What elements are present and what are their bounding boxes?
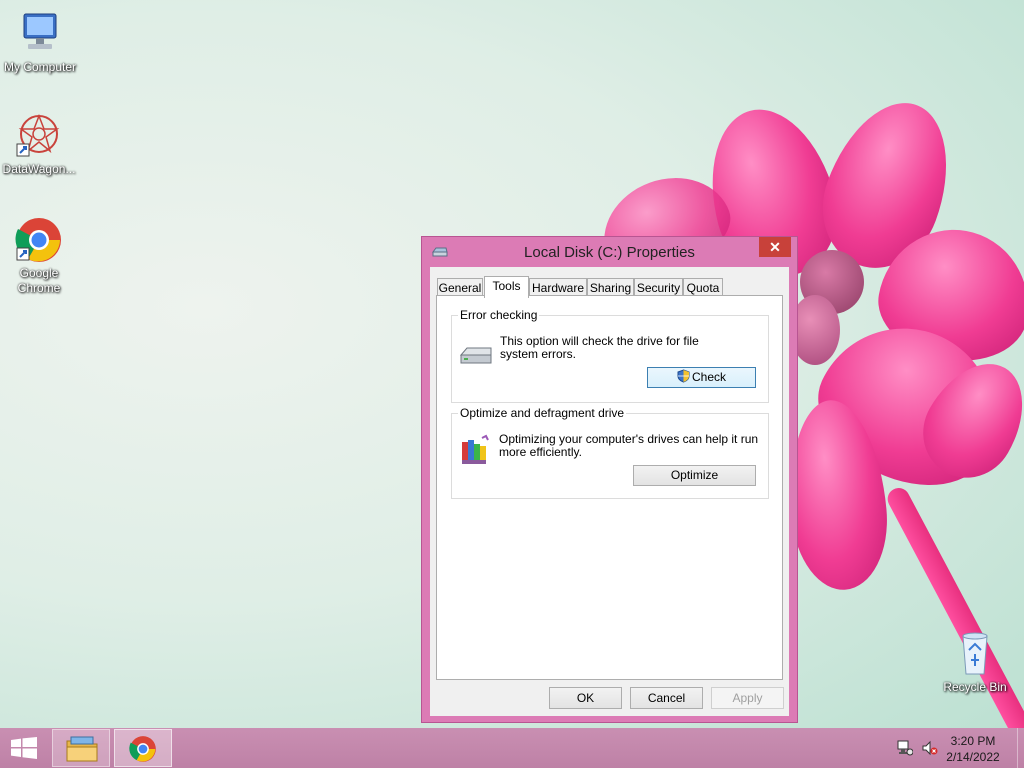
tab-label: Hardware: [531, 281, 585, 295]
dialog-client: General Tools Hardware Sharing Security …: [430, 267, 789, 716]
tab-general[interactable]: General: [437, 278, 483, 296]
tab-label: Security: [636, 281, 681, 295]
taskbar-clock[interactable]: 3:20 PM 2/14/2022: [938, 733, 1008, 765]
tab-security[interactable]: Security: [634, 278, 683, 296]
check-button[interactable]: Check: [647, 367, 756, 388]
properties-window: Local Disk (C:) Properties ✕ General Too…: [421, 236, 798, 723]
tab-label: Quota: [686, 281, 720, 295]
ok-button[interactable]: OK: [549, 687, 622, 709]
tab-quota[interactable]: Quota: [683, 278, 723, 296]
close-icon: ✕: [769, 239, 781, 255]
datawagon-icon: [15, 112, 63, 160]
optimize-group: Optimize and defragment drive Optimizing…: [451, 406, 769, 499]
button-label: Check: [691, 370, 726, 384]
uac-shield-icon: [677, 369, 690, 389]
taskbar-chrome[interactable]: [114, 729, 172, 767]
desktop-icon-label: My Computer: [3, 60, 77, 74]
desktop-icon-my-computer[interactable]: My Computer: [0, 10, 80, 75]
clock-date: 2/14/2022: [946, 750, 1000, 764]
error-checking-description: This option will check the drive for fil…: [500, 335, 699, 361]
button-label: Cancel: [647, 691, 686, 705]
group-legend: Optimize and defragment drive: [458, 406, 627, 420]
apply-button[interactable]: Apply: [711, 687, 784, 709]
group-legend: Error checking: [458, 308, 540, 322]
desktop-icon-datawagon[interactable]: DataWagon...: [0, 112, 79, 177]
taskbar: 3:20 PM 2/14/2022: [0, 728, 1024, 768]
tab-label: General: [438, 281, 482, 295]
tab-tools[interactable]: Tools: [484, 276, 529, 298]
chrome-icon: [129, 735, 157, 766]
windows-logo-icon: [11, 737, 37, 762]
desktop-icon-label: DataWagon...: [2, 162, 76, 176]
hard-drive-icon: [459, 345, 493, 370]
volume-muted-icon: [922, 740, 938, 759]
tab-label: Sharing: [589, 281, 632, 295]
tab-label: Tools: [492, 279, 521, 293]
taskbar-file-explorer[interactable]: [52, 729, 110, 767]
optimize-description: Optimizing your computer's drives can he…: [499, 433, 758, 459]
computer-icon: [16, 10, 64, 58]
defragment-icon: [460, 434, 490, 469]
button-label: Apply: [732, 691, 763, 705]
chrome-icon: [15, 216, 63, 264]
button-label: OK: [576, 691, 595, 705]
cancel-button[interactable]: Cancel: [630, 687, 703, 709]
window-title: Local Disk (C:) Properties: [524, 244, 695, 261]
tray-network[interactable]: [897, 740, 915, 756]
description-line: more efficiently.: [499, 445, 582, 459]
description-line: system errors.: [500, 347, 577, 361]
recycle-bin-icon: [951, 630, 999, 678]
optimize-button[interactable]: Optimize: [633, 465, 756, 486]
show-desktop-button[interactable]: [1017, 728, 1024, 768]
desktop-icon-recycle-bin[interactable]: Recycle Bin: [935, 630, 1015, 695]
button-label: Optimize: [670, 468, 719, 482]
network-icon: [897, 740, 914, 759]
clock-time: 3:20 PM: [950, 734, 996, 748]
start-button[interactable]: [0, 728, 48, 768]
error-checking-group: Error checking This option will check th…: [451, 308, 769, 403]
desktop-icon-google-chrome[interactable]: Google Chrome: [0, 216, 79, 296]
title-bar[interactable]: Local Disk (C:) Properties ✕: [422, 237, 797, 267]
tools-tab-panel: Error checking This option will check th…: [436, 295, 783, 680]
close-button[interactable]: ✕: [759, 237, 791, 257]
desktop-icon-label: Recycle Bin: [943, 680, 1007, 694]
tab-sharing[interactable]: Sharing: [587, 278, 634, 296]
desktop-icon-label: Google Chrome: [17, 266, 61, 295]
file-explorer-icon: [65, 735, 99, 766]
tab-hardware[interactable]: Hardware: [529, 278, 587, 296]
